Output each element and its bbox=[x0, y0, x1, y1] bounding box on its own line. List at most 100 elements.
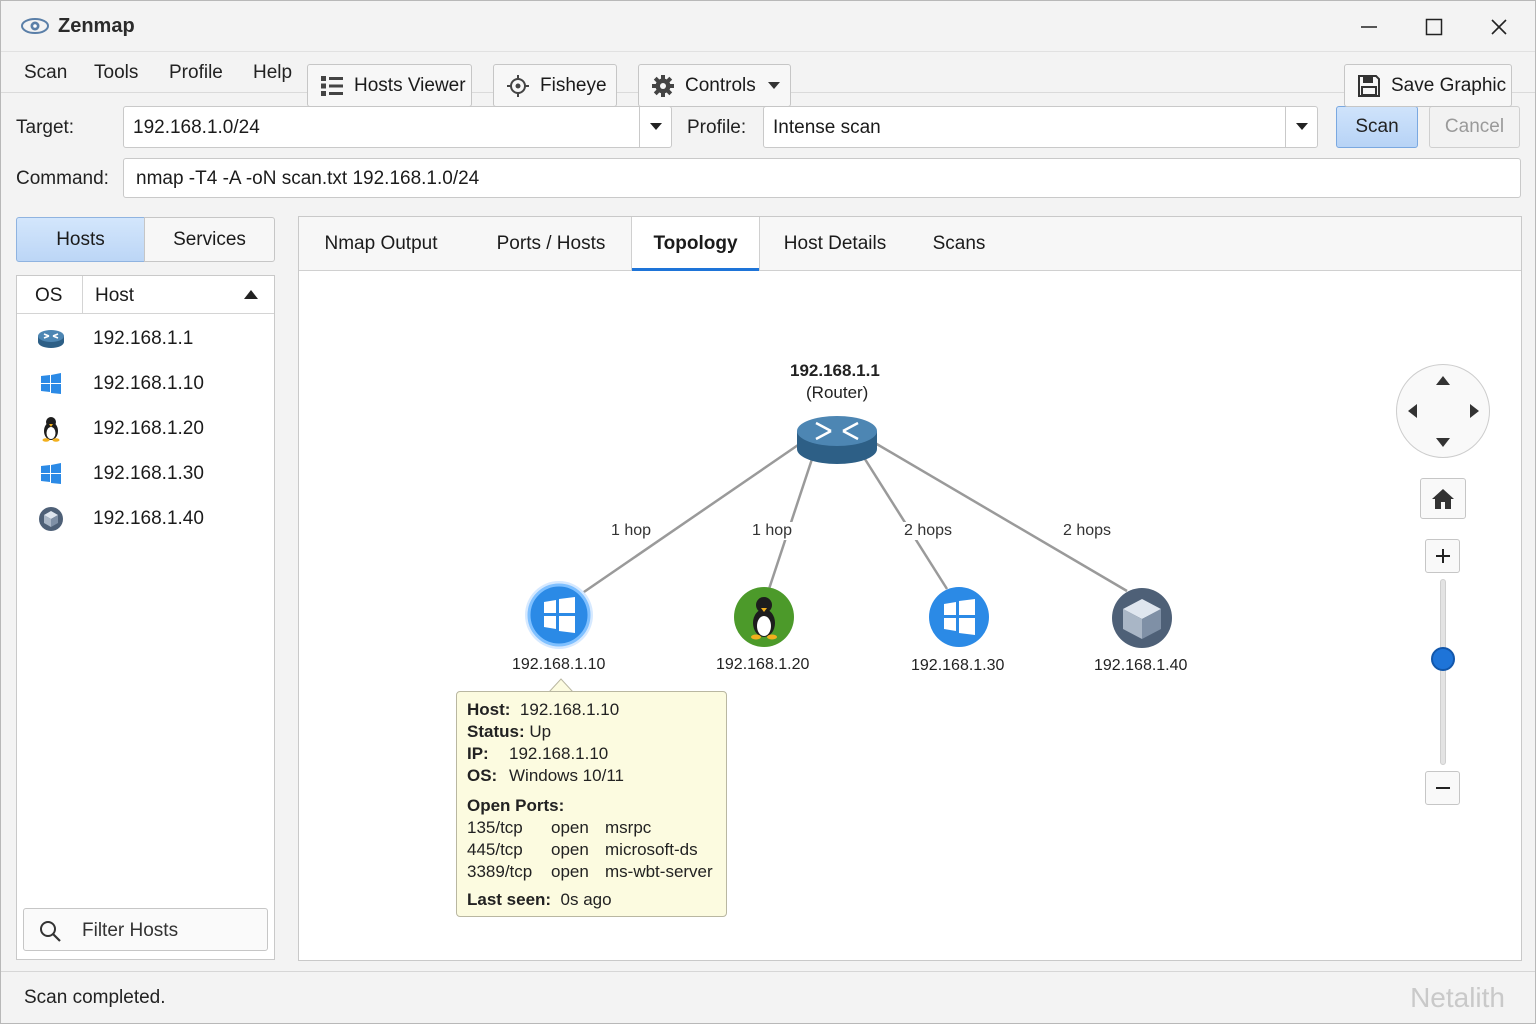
list-icon bbox=[321, 75, 343, 96]
menu-scan[interactable]: Scan bbox=[24, 62, 67, 84]
gear-icon bbox=[652, 74, 674, 97]
node-ip-label: 192.168.1.10 bbox=[512, 656, 606, 673]
save-graphic-button[interactable]: Save Graphic bbox=[1344, 64, 1512, 107]
chevron-down-icon bbox=[1295, 123, 1308, 130]
host-row[interactable]: 192.168.1.40 bbox=[17, 496, 274, 541]
node-ip-label: 192.168.1.20 bbox=[716, 656, 810, 673]
host-node-windows bbox=[525, 581, 593, 649]
target-value: 192.168.1.0/24 bbox=[133, 117, 260, 138]
host-column-label: Host bbox=[95, 285, 135, 306]
menu-tools[interactable]: Tools bbox=[94, 62, 138, 84]
tooltip-os: Windows 10/11 bbox=[509, 766, 624, 785]
tab-scans[interactable]: Scans bbox=[911, 217, 1007, 270]
windows-icon bbox=[41, 373, 61, 394]
port-number: 135/tcp bbox=[467, 818, 523, 837]
profile-dropdown-button[interactable] bbox=[1285, 107, 1317, 147]
zoom-slider-handle[interactable] bbox=[1431, 647, 1455, 671]
chevron-down-icon bbox=[767, 81, 780, 89]
host-node-unknown bbox=[1112, 588, 1172, 648]
hosts-viewer-button[interactable]: Hosts Viewer bbox=[307, 64, 472, 107]
host-column-header[interactable]: Host bbox=[83, 276, 274, 314]
home-button[interactable] bbox=[1420, 478, 1466, 519]
host-ip: 192.168.1.1 bbox=[93, 328, 194, 349]
scan-button[interactable]: Scan bbox=[1336, 106, 1418, 148]
command-label: Command: bbox=[16, 168, 109, 189]
target-combobox[interactable]: 192.168.1.0/24 bbox=[123, 106, 672, 148]
command-field[interactable]: nmap -T4 -A -oN scan.txt 192.168.1.0/24 bbox=[123, 158, 1521, 198]
minimize-button[interactable] bbox=[1338, 7, 1400, 47]
command-value: nmap -T4 -A -oN scan.txt 192.168.1.0/24 bbox=[136, 168, 480, 189]
tooltip-port-row: 135/tcp open msrpc bbox=[467, 818, 717, 838]
host-row[interactable]: 192.168.1.20 bbox=[17, 406, 274, 451]
tooltip-host: 192.168.1.10 bbox=[519, 700, 620, 719]
host-tooltip: Host: 192.168.1.10 Status: Up IP: 192.168… bbox=[456, 691, 727, 917]
host-row[interactable]: 192.168.1.30 bbox=[17, 451, 274, 496]
host-list-panel: OS Host 192.168.1.1 192.168.1.10 192.168… bbox=[16, 275, 275, 960]
save-graphic-label: Save Graphic bbox=[1391, 74, 1507, 96]
maximize-button[interactable] bbox=[1403, 7, 1465, 47]
tab-nmap-output[interactable]: Nmap Output bbox=[299, 217, 463, 270]
cancel-button[interactable]: Cancel bbox=[1429, 106, 1520, 148]
title-bar: Zenmap bbox=[1, 1, 1535, 51]
port-number: 3389/tcp bbox=[467, 862, 533, 881]
hop-label: 2 hops bbox=[903, 522, 954, 540]
close-button[interactable] bbox=[1468, 7, 1530, 47]
host-row[interactable]: 192.168.1.10 bbox=[17, 361, 274, 406]
host-node-windows bbox=[929, 587, 989, 647]
os-column-header[interactable]: OS bbox=[17, 276, 83, 314]
filter-hosts-field[interactable]: Filter Hosts bbox=[23, 908, 268, 951]
zoom-in-button[interactable] bbox=[1425, 539, 1460, 573]
hop-label: 1 hop bbox=[751, 522, 794, 540]
services-toggle-button[interactable]: Services bbox=[144, 217, 275, 262]
zoom-slider-track[interactable] bbox=[1440, 579, 1446, 765]
router-node bbox=[797, 416, 877, 464]
menu-profile[interactable]: Profile bbox=[169, 62, 223, 84]
tooltip-ports-label: Open Ports: bbox=[467, 796, 565, 815]
tooltip-port-row: 3389/tcp open ms-wbt-server bbox=[467, 862, 717, 882]
port-number: 445/tcp bbox=[467, 840, 523, 859]
status-text: Scan completed. bbox=[24, 987, 166, 1008]
windows-icon bbox=[41, 463, 61, 484]
linux-icon bbox=[42, 417, 60, 442]
tooltip-last-seen-label: Last seen: bbox=[467, 890, 552, 909]
zoom-out-button[interactable] bbox=[1425, 771, 1460, 805]
controls-label: Controls bbox=[685, 74, 756, 96]
menu-help[interactable]: Help bbox=[253, 62, 292, 84]
port-service: msrpc bbox=[605, 818, 652, 837]
hosts-toggle-button[interactable]: Hosts bbox=[16, 217, 145, 262]
pan-right-icon[interactable] bbox=[1468, 403, 1480, 419]
target-label: Target: bbox=[16, 117, 75, 138]
fisheye-label: Fisheye bbox=[540, 74, 607, 96]
tooltip-port-row: 445/tcp open microsoft-ds bbox=[467, 840, 717, 860]
status-bar: Scan completed. Netalith bbox=[1, 971, 1535, 1023]
profile-combobox[interactable]: Intense scan bbox=[763, 106, 1318, 148]
hosts-viewer-label: Hosts Viewer bbox=[354, 74, 466, 96]
port-service: microsoft-ds bbox=[605, 840, 698, 859]
save-icon bbox=[1358, 74, 1380, 97]
controls-dropdown-button[interactable]: Controls bbox=[638, 64, 791, 107]
search-icon bbox=[40, 921, 61, 942]
port-state: open bbox=[551, 840, 589, 859]
port-state: open bbox=[551, 818, 589, 837]
target-dropdown-button[interactable] bbox=[639, 107, 671, 147]
fisheye-button[interactable]: Fisheye bbox=[493, 64, 617, 107]
os-column-label: OS bbox=[35, 285, 63, 306]
host-ip: 192.168.1.30 bbox=[93, 463, 204, 484]
host-ip: 192.168.1.10 bbox=[93, 373, 204, 394]
node-ip-label: 192.168.1.30 bbox=[911, 657, 1005, 674]
tab-topology[interactable]: Topology bbox=[631, 217, 760, 271]
router-icon bbox=[38, 330, 64, 348]
plus-icon bbox=[1435, 549, 1450, 563]
tab-host-details[interactable]: Host Details bbox=[765, 217, 905, 270]
pan-up-icon[interactable] bbox=[1435, 375, 1451, 387]
tooltip-os-label: OS: bbox=[467, 766, 498, 785]
pan-down-icon[interactable] bbox=[1435, 436, 1451, 448]
pan-left-icon[interactable] bbox=[1407, 403, 1419, 419]
router-ip-label: 192.168.1.1 bbox=[790, 361, 880, 380]
tooltip-status: Up bbox=[529, 722, 552, 741]
minimize-icon bbox=[1361, 26, 1377, 28]
host-row[interactable]: 192.168.1.1 bbox=[17, 316, 274, 361]
window-title: Zenmap bbox=[58, 15, 135, 37]
tab-ports-hosts[interactable]: Ports / Hosts bbox=[469, 217, 633, 270]
home-icon bbox=[1432, 488, 1454, 509]
